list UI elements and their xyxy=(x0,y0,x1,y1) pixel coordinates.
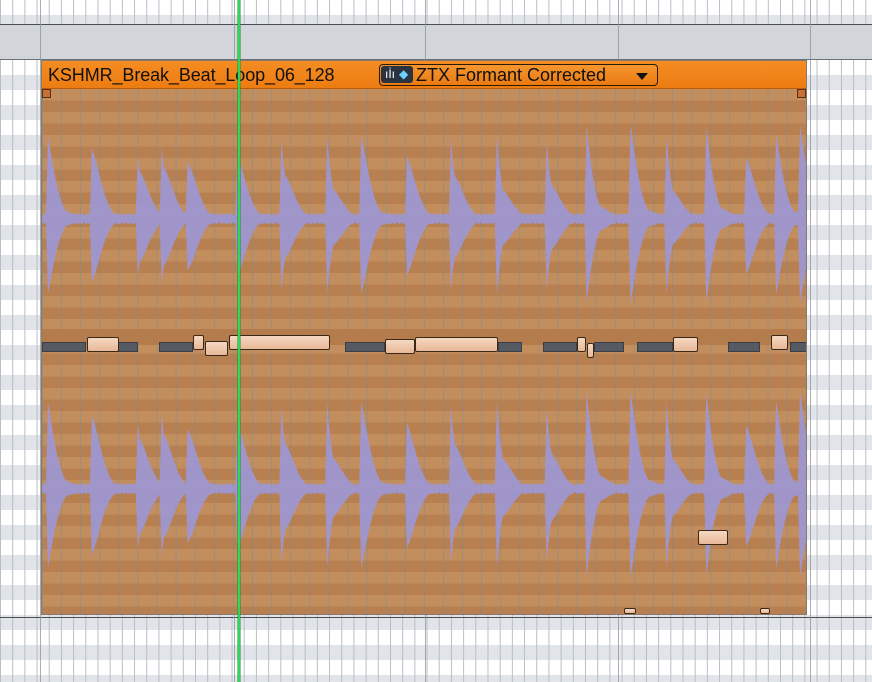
waveform-gem-icon: ıİı ◆ xyxy=(381,66,413,83)
warp-marker[interactable] xyxy=(577,337,586,352)
warp-marker[interactable] xyxy=(698,530,728,545)
warp-segment[interactable] xyxy=(159,342,193,352)
lane-divider xyxy=(0,617,872,618)
warp-marker[interactable] xyxy=(229,335,330,350)
timeline-ruler[interactable] xyxy=(0,24,872,60)
warp-segment[interactable] xyxy=(42,342,86,352)
clip-header[interactable]: KSHMR_Break_Beat_Loop_06_128 ıİı ◆ ZTX Fo… xyxy=(42,61,806,89)
warp-marker[interactable] xyxy=(587,343,594,358)
warp-marker[interactable] xyxy=(385,339,415,354)
warp-segment[interactable] xyxy=(345,342,385,352)
warp-marker[interactable] xyxy=(771,335,788,350)
clip-resize-handle-left[interactable] xyxy=(42,89,51,98)
playhead[interactable] xyxy=(238,0,240,682)
warp-marker[interactable] xyxy=(760,608,770,614)
warp-segment[interactable] xyxy=(790,342,806,352)
warp-segment[interactable] xyxy=(728,342,760,352)
warp-segment[interactable] xyxy=(594,342,624,352)
warp-mode-dropdown[interactable]: ıİı ◆ ZTX Formant Corrected xyxy=(379,64,658,86)
waveform-top xyxy=(42,124,806,305)
bar-gridline xyxy=(810,0,811,682)
warp-marker[interactable] xyxy=(673,337,698,352)
clip-name: KSHMR_Break_Beat_Loop_06_128 xyxy=(48,65,335,85)
clip-resize-handle-right[interactable] xyxy=(797,89,806,98)
warp-segment[interactable] xyxy=(637,342,673,352)
warp-marker[interactable] xyxy=(87,337,119,352)
warp-segment[interactable] xyxy=(498,342,522,352)
waveform-bottom xyxy=(42,390,806,578)
warp-segment[interactable] xyxy=(543,342,577,352)
warp-marker[interactable] xyxy=(415,337,498,352)
warp-segment[interactable] xyxy=(118,342,138,352)
warp-mode-label: ZTX Formant Corrected xyxy=(416,65,607,85)
clip-body[interactable] xyxy=(42,89,806,614)
warp-marker[interactable] xyxy=(205,341,228,356)
chevron-down-icon xyxy=(636,73,648,80)
audio-clip[interactable]: KSHMR_Break_Beat_Loop_06_128 ıİı ◆ ZTX Fo… xyxy=(41,60,807,615)
warp-marker[interactable] xyxy=(624,608,636,614)
warp-marker[interactable] xyxy=(193,335,204,350)
